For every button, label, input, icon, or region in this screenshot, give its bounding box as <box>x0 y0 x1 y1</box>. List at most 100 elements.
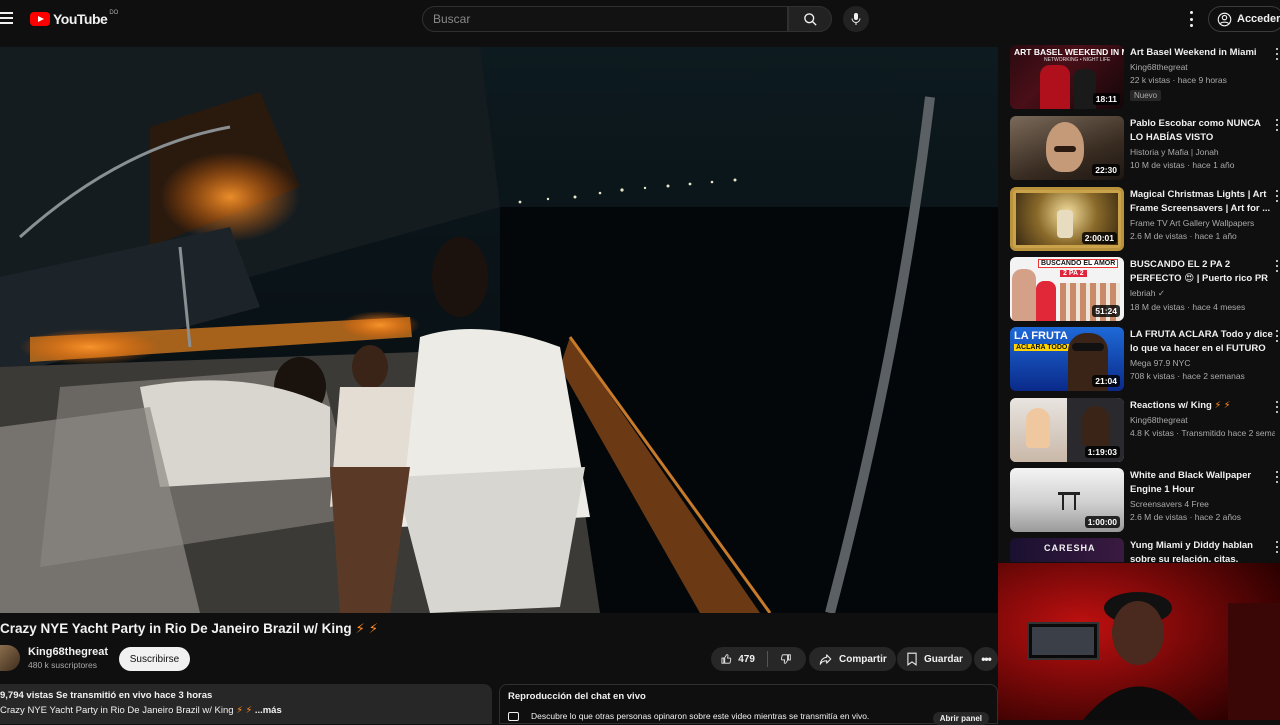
video-title: Crazy NYE Yacht Party in Rio De Janeiro … <box>0 621 990 637</box>
more-options-icon[interactable] <box>1274 401 1280 413</box>
recommendation-title[interactable]: Reactions w/ King ⚡ ⚡ <box>1130 399 1275 413</box>
recommendation-item[interactable]: BUSCANDO EL AMOR 2 PA 2 51:24 BUSCANDO E… <box>1008 257 1280 323</box>
recommendation-title[interactable]: Pablo Escobar como NUNCA LO HABÍAS VISTO <box>1130 117 1275 145</box>
recommendation-channel[interactable]: Mega 97.9 NYC <box>1130 358 1275 368</box>
video-title-text: Crazy NYE Yacht Party in Rio De Janeiro … <box>0 621 352 636</box>
recommendation-item[interactable]: LA FRUTA ACLARA TODO 21:04 LA FRUTA ACLA… <box>1008 327 1280 393</box>
youtube-logo[interactable]: YouTube DO <box>30 10 119 27</box>
video-thumbnail[interactable]: LA FRUTA ACLARA TODO 21:04 <box>1010 327 1124 391</box>
video-player[interactable] <box>0 47 998 613</box>
thumbnail-caption: CARESHA <box>1044 543 1096 553</box>
sign-in-button[interactable]: Acceder <box>1208 6 1280 32</box>
like-dislike-group: 479 <box>711 647 806 671</box>
more-options-icon[interactable] <box>1274 260 1280 272</box>
recommendation-item[interactable]: 22:30 Pablo Escobar como NUNCA LO HABÍAS… <box>1008 116 1280 182</box>
video-thumbnail[interactable]: BUSCANDO EL AMOR 2 PA 2 51:24 <box>1010 257 1124 321</box>
more-options-icon[interactable] <box>1274 190 1280 202</box>
recommendation-title[interactable]: White and Black Wallpaper Engine 1 Hour <box>1130 469 1275 497</box>
thumbnail-caption: LA FRUTA <box>1014 330 1068 342</box>
channel-name[interactable]: King68thegreat <box>28 646 108 658</box>
video-thumbnail[interactable]: ART BASEL WEEKEND IN MIAMI NETWORKING • … <box>1010 45 1124 109</box>
recommendation-channel[interactable]: Historia y Mafia | Jonah <box>1130 147 1275 157</box>
more-options-icon[interactable] <box>1274 541 1280 553</box>
recommendation-info: Magical Christmas Lights | Art Frame Scr… <box>1130 188 1275 241</box>
video-duration: 2:00:01 <box>1081 232 1117 244</box>
share-button[interactable]: Compartir <box>809 647 896 671</box>
recommendation-info: BUSCANDO EL 2 PA 2 PERFECTO 😍 | Puerto r… <box>1130 258 1275 312</box>
video-frame <box>0 47 998 613</box>
recommendation-title[interactable]: BUSCANDO EL 2 PA 2 PERFECTO 😍 | Puerto r… <box>1130 258 1275 286</box>
video-duration: 1:19:03 <box>1084 446 1120 458</box>
torii-gate-figure <box>1074 492 1076 510</box>
recommendation-item[interactable]: ART BASEL WEEKEND IN MIAMI NETWORKING • … <box>1008 45 1280 111</box>
recommendation-channel[interactable]: Screensavers 4 Free <box>1130 499 1275 509</box>
account-icon <box>1217 12 1232 26</box>
description-preview: Crazy NYE Yacht Party in Rio De Janeiro … <box>0 705 492 716</box>
thumbs-down-icon[interactable] <box>780 652 791 666</box>
recommendation-title[interactable]: Art Basel Weekend in Miami <box>1130 46 1275 60</box>
video-thumbnail[interactable]: 22:30 <box>1010 116 1124 180</box>
view-count-and-date: 9,794 vistas Se transmitió en vivo hace … <box>0 690 213 701</box>
search-button[interactable] <box>788 6 832 32</box>
recommendation-meta: 18 M de vistas · hace 4 meses <box>1130 302 1246 312</box>
thumbnail-figure <box>1057 210 1073 238</box>
recommendation-meta: 22 k vistas · hace 9 horas <box>1130 75 1227 85</box>
thumbnail-figure <box>1054 146 1076 152</box>
like-button[interactable]: 479 <box>711 647 806 671</box>
save-label: Guardar <box>924 653 963 665</box>
more-options-icon[interactable] <box>1274 119 1280 131</box>
channel-avatar[interactable] <box>0 645 20 671</box>
logo-country-code: DO <box>109 10 119 16</box>
description-box[interactable]: 9,794 vistas Se transmitió en vivo hace … <box>0 684 492 724</box>
video-duration: 51:24 <box>1092 305 1120 317</box>
video-thumbnail[interactable]: 1:19:03 <box>1010 398 1124 462</box>
thumbs-up-icon <box>721 654 732 664</box>
recommendation-item[interactable]: CARESHA Yung Miami y Diddy hablan sobre … <box>1008 538 1280 562</box>
recommendation-meta: 708 k vistas · hace 2 semanas <box>1130 371 1245 381</box>
thumbnail-figure <box>1082 406 1110 446</box>
recommendation-title[interactable]: Yung Miami y Diddy hablan sobre su relac… <box>1130 539 1275 562</box>
thumbnail-figure <box>1036 281 1056 321</box>
show-more-link[interactable]: ...más <box>255 705 282 716</box>
sign-in-label: Acceder <box>1237 13 1280 25</box>
voice-search-button[interactable] <box>843 6 869 32</box>
recommendation-channel[interactable]: King68thegreat <box>1130 415 1275 425</box>
video-duration: 1:00:00 <box>1084 516 1120 528</box>
search-input[interactable] <box>433 12 787 26</box>
more-options-icon[interactable] <box>1274 48 1280 60</box>
open-panel-button[interactable]: Abrir panel <box>932 712 989 725</box>
recommendation-title[interactable]: LA FRUTA ACLARA Todo y dice lo que va ha… <box>1130 328 1275 356</box>
recommendation-info: Yung Miami y Diddy hablan sobre su relac… <box>1130 539 1275 562</box>
webcam-feed <box>998 563 1280 720</box>
video-thumbnail[interactable]: 1:00:00 <box>1010 468 1124 532</box>
subscribe-button[interactable]: Suscribirse <box>119 647 190 671</box>
recommendation-channel[interactable]: Frame TV Art Gallery Wallpapers <box>1130 218 1275 228</box>
more-options-icon[interactable] <box>1274 471 1280 483</box>
save-button[interactable]: Guardar <box>897 647 972 671</box>
recommendation-item[interactable]: 1:19:03 Reactions w/ King ⚡ ⚡ King68theg… <box>1008 398 1280 464</box>
share-group: Compartir <box>809 647 896 671</box>
recommendation-channel[interactable]: lebriah ✓ <box>1130 288 1275 299</box>
save-group: Guardar <box>897 647 972 671</box>
thumbnail-subcaption: ACLARA TODO <box>1014 344 1070 351</box>
recommendation-channel[interactable]: King68thegreat <box>1130 62 1275 72</box>
video-duration: 18:11 <box>1092 93 1120 105</box>
recommendation-title[interactable]: Magical Christmas Lights | Art Frame Scr… <box>1130 188 1275 216</box>
thumbnail-caption: BUSCANDO EL AMOR <box>1038 259 1119 268</box>
webcam-overlay <box>998 563 1280 720</box>
share-label: Compartir <box>839 653 887 665</box>
video-thumbnail[interactable]: 2:00:01 <box>1010 187 1124 251</box>
recommendation-item[interactable]: 2:00:01 Magical Christmas Lights | Art F… <box>1008 187 1280 253</box>
description-text: Crazy NYE Yacht Party in Rio De Janeiro … <box>0 705 234 716</box>
recommendation-item[interactable]: 1:00:00 White and Black Wallpaper Engine… <box>1008 468 1280 534</box>
settings-more-icon[interactable] <box>1184 11 1198 27</box>
more-options-icon[interactable] <box>1274 330 1280 342</box>
channel-info: King68thegreat 480 k suscriptores <box>28 646 108 670</box>
more-actions-button[interactable]: ••• <box>974 647 998 671</box>
bookmark-icon <box>907 652 917 666</box>
hamburger-menu-icon[interactable] <box>0 12 13 24</box>
recommendation-info: Art Basel Weekend in Miami King68thegrea… <box>1130 46 1275 103</box>
thumbnail-figure <box>1040 65 1070 109</box>
video-thumbnail[interactable]: CARESHA <box>1010 538 1124 562</box>
search-icon <box>803 12 817 26</box>
